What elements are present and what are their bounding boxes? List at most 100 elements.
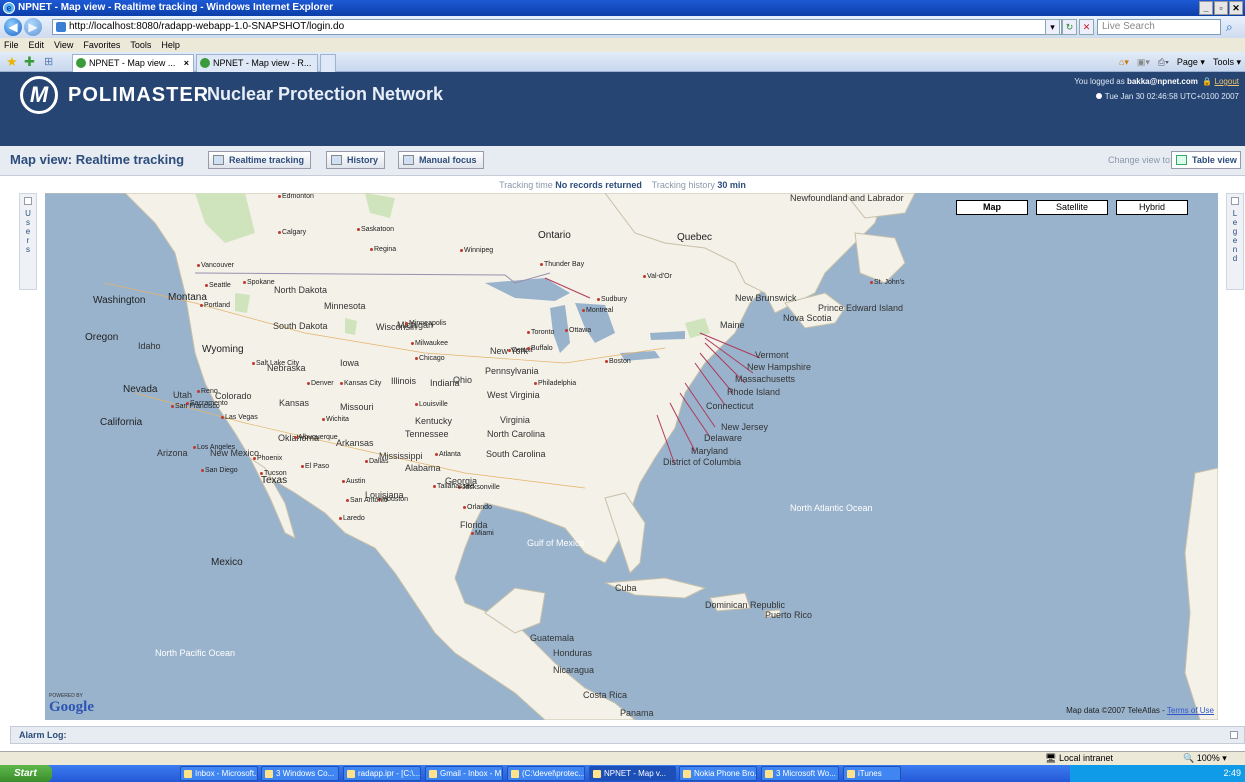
menu-favorites[interactable]: Favorites	[83, 38, 120, 52]
address-bar[interactable]: http://localhost:8080/radapp-webapp-1.0-…	[52, 19, 1062, 35]
taskbar-item-label: Nokia Phone Bro...	[694, 769, 757, 778]
refresh-icon[interactable]: ↻	[1062, 19, 1077, 35]
map-region-label: Oregon	[85, 332, 119, 343]
map-region-label: Honduras	[553, 648, 593, 658]
terms-of-use-link[interactable]: Terms of Use	[1167, 706, 1214, 715]
tab-map-view-1[interactable]: NPNET - Map view ... ×	[72, 54, 194, 72]
legend-panel[interactable]: Legend	[1226, 193, 1244, 290]
map-type-satellite-button[interactable]: Satellite	[1036, 200, 1108, 215]
clock: 2:49	[1223, 768, 1241, 778]
taskbar-app-icon	[683, 770, 691, 778]
map-region-label: South Carolina	[486, 449, 546, 459]
map-city-label: Seattle	[205, 282, 231, 290]
maximize-icon[interactable]: ▫	[1214, 1, 1228, 15]
map-copyright: Map data ©2007 TeleAtlas - Terms of Use	[1066, 706, 1214, 715]
expand-alarm-icon[interactable]	[1230, 731, 1238, 739]
feeds-icon[interactable]: ▣▾	[1137, 55, 1150, 69]
map-canvas[interactable]: Map Satellite Hybrid Ontario Quebec Washin…	[45, 193, 1218, 720]
map-city-label: Reno	[197, 388, 218, 396]
map-type-map-button[interactable]: Map	[956, 200, 1028, 215]
add-favorite-icon[interactable]: ✚	[24, 55, 35, 69]
map-region-label: Dominican Republic	[705, 600, 786, 610]
map-city-label: Orlando	[463, 504, 492, 512]
page-menu[interactable]: Page ▾	[1177, 55, 1205, 69]
start-button[interactable]: Start	[0, 765, 52, 782]
map-region-label: Connecticut	[706, 401, 754, 411]
taskbar-item[interactable]: (C:\devel\protec...	[507, 766, 585, 781]
map-region-label: Arkansas	[336, 438, 374, 448]
map-city-label: Tallahassee	[433, 483, 474, 491]
taskbar-item[interactable]: radapp.ipr - [C:\...	[343, 766, 421, 781]
map-region-label: Utah	[173, 390, 193, 400]
alarm-log-bar: Alarm Log:	[10, 726, 1245, 744]
map-city-label: Saskatoon	[357, 226, 394, 234]
map-region-label: Washington	[93, 295, 146, 306]
map-region-label: Florida	[460, 520, 488, 530]
home-icon[interactable]: ⌂▾	[1119, 55, 1129, 69]
taskbar-item[interactable]: 3 Microsoft Wo...	[761, 766, 839, 781]
close-icon[interactable]: ✕	[1229, 1, 1243, 15]
menu-tools[interactable]: Tools	[130, 38, 151, 52]
tracking-time-label: Tracking time	[499, 180, 553, 190]
map-city-label: Chicago	[415, 355, 445, 363]
tools-menu-label: Tools	[1212, 57, 1234, 67]
expand-users-icon[interactable]	[24, 197, 32, 205]
map-region-label: New Brunswick	[735, 293, 797, 303]
zoom-label: 100%	[1196, 753, 1220, 763]
taskbar-item-label: 3 Microsoft Wo...	[776, 769, 836, 778]
menu-help[interactable]: Help	[161, 38, 180, 52]
print-icon[interactable]: ⎙▾	[1158, 55, 1169, 69]
realtime-tracking-button[interactable]: Realtime tracking	[208, 151, 312, 169]
zoom-control[interactable]: 🔍 100% ▾	[1183, 752, 1227, 765]
manual-focus-label: Manual focus	[419, 155, 477, 165]
taskbar-item[interactable]: Gmail - Inbox - M...	[425, 766, 503, 781]
tracking-history-label: Tracking history	[651, 180, 715, 190]
map-region-label: Costa Rica	[583, 690, 628, 700]
taskbar-item-label: NPNET - Map v...	[604, 769, 666, 778]
taskbar-item-label: iTunes	[858, 769, 882, 778]
taskbar-item[interactable]: iTunes	[843, 766, 901, 781]
dropdown-icon[interactable]: ▾	[1045, 19, 1060, 35]
menu-file[interactable]: File	[4, 38, 19, 52]
back-icon[interactable]: ◀	[4, 18, 22, 36]
menu-bar: File Edit View Favorites Tools Help	[0, 38, 1245, 52]
tab-map-view-2[interactable]: NPNET - Map view - R...	[196, 54, 318, 72]
table-view-label: Table view	[1192, 155, 1237, 165]
lock-icon: 🔒	[1202, 77, 1213, 86]
polimaster-logo-icon: M	[20, 76, 58, 114]
map-type-hybrid-button[interactable]: Hybrid	[1116, 200, 1188, 215]
favorites-star-icon[interactable]: ★	[6, 55, 18, 69]
map-copyright-text: Map data ©2007 TeleAtlas -	[1066, 706, 1165, 715]
taskbar-item[interactable]: 3 Windows Co...	[261, 766, 339, 781]
menu-edit[interactable]: Edit	[29, 38, 45, 52]
taskbar-item[interactable]: Nokia Phone Bro...	[679, 766, 757, 781]
manual-focus-button[interactable]: Manual focus	[398, 151, 484, 169]
tools-menu[interactable]: Tools ▾	[1213, 55, 1241, 69]
stop-icon[interactable]: ✕	[1079, 19, 1094, 35]
taskbar-item-label: 3 Windows Co...	[276, 769, 335, 778]
map-city-label: Calgary	[278, 229, 306, 237]
search-input[interactable]: Live Search	[1097, 19, 1221, 35]
tab-close-icon[interactable]: ×	[184, 55, 189, 71]
taskbar-item[interactable]: NPNET - Map v...	[589, 766, 676, 781]
map-region-label: Virginia	[500, 415, 530, 425]
map-city-label: Dallas	[365, 458, 388, 466]
history-button[interactable]: History	[326, 151, 386, 169]
users-panel[interactable]: Users	[19, 193, 37, 290]
window-title: NPNET - Map view - Realtime tracking - W…	[18, 2, 333, 13]
table-view-button[interactable]: Table view	[1171, 151, 1241, 169]
tab-list-icon[interactable]: ⊞	[44, 55, 53, 69]
forward-icon[interactable]: ▶	[24, 18, 42, 36]
map-region-label: Nova Scotia	[783, 313, 832, 323]
map-city-label: Ottawa	[565, 327, 591, 335]
taskbar-item[interactable]: Inbox - Microsoft...	[180, 766, 258, 781]
search-icon[interactable]: ⌕	[1226, 19, 1244, 35]
menu-view[interactable]: View	[54, 38, 73, 52]
user-email: bakka@npnet.com	[1126, 77, 1198, 86]
logout-link[interactable]: Logout	[1215, 77, 1239, 86]
map-city-label: Sudbury	[597, 296, 627, 304]
minimize-icon[interactable]: _	[1199, 1, 1213, 15]
browser-status-bar: 🖥 Local intranet 🔍 100% ▾	[0, 751, 1245, 765]
expand-legend-icon[interactable]	[1231, 197, 1239, 205]
new-tab-button[interactable]	[320, 54, 336, 72]
